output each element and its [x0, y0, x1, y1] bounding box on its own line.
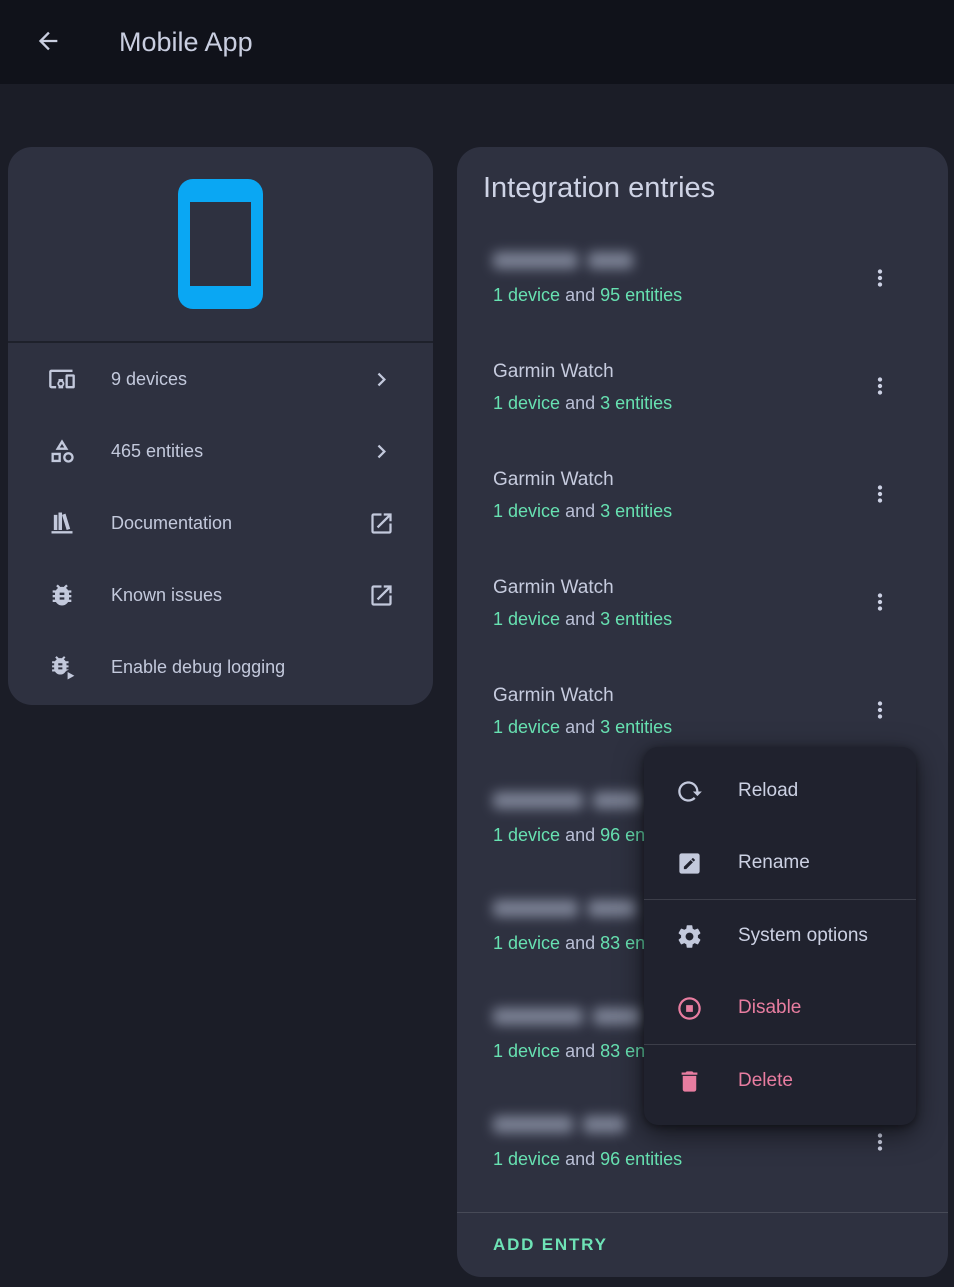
menu-item-label: Reload [738, 780, 798, 802]
devices-link[interactable]: 1 device [493, 393, 560, 413]
entry-overflow-button[interactable] [867, 369, 893, 405]
chevron-right-icon [368, 438, 395, 465]
subtitle-conjunction: and [565, 393, 595, 413]
devices-link[interactable]: 1 device [493, 285, 560, 305]
subtitle-conjunction: and [565, 825, 595, 845]
redacted-name-blob [493, 252, 578, 269]
entry-context-menu: Reload Rename System options Disable [644, 747, 916, 1125]
subtitle-conjunction: and [565, 609, 595, 629]
entities-link[interactable]: 95 entities [600, 285, 682, 305]
dots-vertical-icon [867, 479, 893, 512]
redacted-name-blob [588, 900, 636, 917]
entry-overflow-button[interactable] [867, 693, 893, 729]
menu-item-reload[interactable]: Reload [644, 755, 916, 827]
devices-row-label: 9 devices [111, 369, 187, 390]
delete-icon [676, 1068, 703, 1095]
dots-vertical-icon [867, 263, 893, 296]
info-rows: 9 devices 465 entities Documentation [8, 343, 433, 703]
cog-icon [676, 923, 703, 950]
devices-link[interactable]: 1 device [493, 609, 560, 629]
menu-item-system-options[interactable]: System options [644, 900, 916, 972]
redacted-name-blob [583, 1116, 625, 1133]
menu-item-disable[interactable]: Disable [644, 972, 916, 1044]
devices-link[interactable]: 1 device [493, 717, 560, 737]
info-row-documentation[interactable]: Documentation [8, 487, 433, 559]
pencil-box-icon [676, 850, 703, 877]
redacted-name-blob [493, 1008, 583, 1025]
redacted-name-blob [593, 1008, 641, 1025]
dots-vertical-icon [867, 1127, 893, 1160]
bookshelf-icon [48, 509, 76, 537]
entities-link[interactable]: 3 entities [600, 609, 672, 629]
bug-icon [48, 581, 76, 609]
documentation-row-label: Documentation [111, 513, 232, 534]
cellphone-icon [178, 179, 263, 309]
menu-item-label: Disable [738, 997, 801, 1019]
menu-item-delete[interactable]: Delete [644, 1045, 916, 1117]
known-issues-row-label: Known issues [111, 585, 222, 606]
redacted-name-blob [588, 252, 633, 269]
devices-link[interactable]: 1 device [493, 825, 560, 845]
entries-card-title: Integration entries [483, 172, 948, 205]
redacted-name-blob [493, 1116, 573, 1133]
app-bar: Mobile App [0, 0, 954, 84]
devices-link[interactable]: 1 device [493, 933, 560, 953]
subtitle-conjunction: and [565, 1041, 595, 1061]
integration-info-card: 9 devices 465 entities Documentation [8, 147, 433, 705]
entry-row: 1 device and 95 entities [457, 239, 948, 347]
bug-play-icon [48, 653, 76, 681]
redacted-name-blob [493, 900, 578, 917]
menu-item-rename[interactable]: Rename [644, 827, 916, 899]
info-row-known-issues[interactable]: Known issues [8, 559, 433, 631]
back-button[interactable] [33, 27, 63, 57]
entry-overflow-button[interactable] [867, 261, 893, 297]
entry-row: Garmin Watch 1 device and 3 entities [457, 563, 948, 671]
debug-logging-row-label: Enable debug logging [111, 657, 285, 678]
subtitle-conjunction: and [565, 285, 595, 305]
devices-link[interactable]: 1 device [493, 1149, 560, 1169]
dots-vertical-icon [867, 695, 893, 728]
devices-icon [48, 365, 76, 393]
entities-link[interactable]: 3 entities [600, 393, 672, 413]
entry-overflow-button[interactable] [867, 585, 893, 621]
subtitle-conjunction: and [565, 717, 595, 737]
entry-overflow-button[interactable] [867, 477, 893, 513]
entities-link[interactable]: 96 entities [600, 1149, 682, 1169]
arrow-left-icon [34, 27, 62, 58]
shapes-icon [48, 437, 76, 465]
open-in-new-icon [368, 510, 395, 537]
entry-row: Garmin Watch 1 device and 3 entities [457, 347, 948, 455]
devices-link[interactable]: 1 device [493, 501, 560, 521]
entities-row-label: 465 entities [111, 441, 203, 462]
menu-item-label: Delete [738, 1070, 793, 1092]
subtitle-conjunction: and [565, 933, 595, 953]
entry-overflow-button[interactable] [867, 1125, 893, 1161]
menu-item-label: System options [738, 925, 868, 947]
dots-vertical-icon [867, 371, 893, 404]
chevron-right-icon [368, 366, 395, 393]
reload-icon [676, 778, 703, 805]
subtitle-conjunction: and [565, 1149, 595, 1169]
dots-vertical-icon [867, 587, 893, 620]
add-entry-button[interactable]: ADD ENTRY [493, 1235, 608, 1255]
integration-detail-page: Mobile App 9 devices 465 entities [0, 0, 954, 1287]
redacted-name-blob [493, 792, 583, 809]
integration-icon-area [8, 147, 433, 343]
menu-item-label: Rename [738, 852, 810, 874]
entities-link[interactable]: 3 entities [600, 717, 672, 737]
entities-link[interactable]: 3 entities [600, 501, 672, 521]
entry-row: Garmin Watch 1 device and 3 entities [457, 455, 948, 563]
entries-card-footer: ADD ENTRY [457, 1212, 948, 1277]
devices-link[interactable]: 1 device [493, 1041, 560, 1061]
info-row-devices[interactable]: 9 devices [8, 343, 433, 415]
page-title: Mobile App [119, 27, 253, 58]
info-row-entities[interactable]: 465 entities [8, 415, 433, 487]
info-row-debug-logging[interactable]: Enable debug logging [8, 631, 433, 703]
subtitle-conjunction: and [565, 501, 595, 521]
stop-circle-icon [676, 995, 703, 1022]
open-in-new-icon [368, 582, 395, 609]
redacted-name-blob [593, 792, 641, 809]
